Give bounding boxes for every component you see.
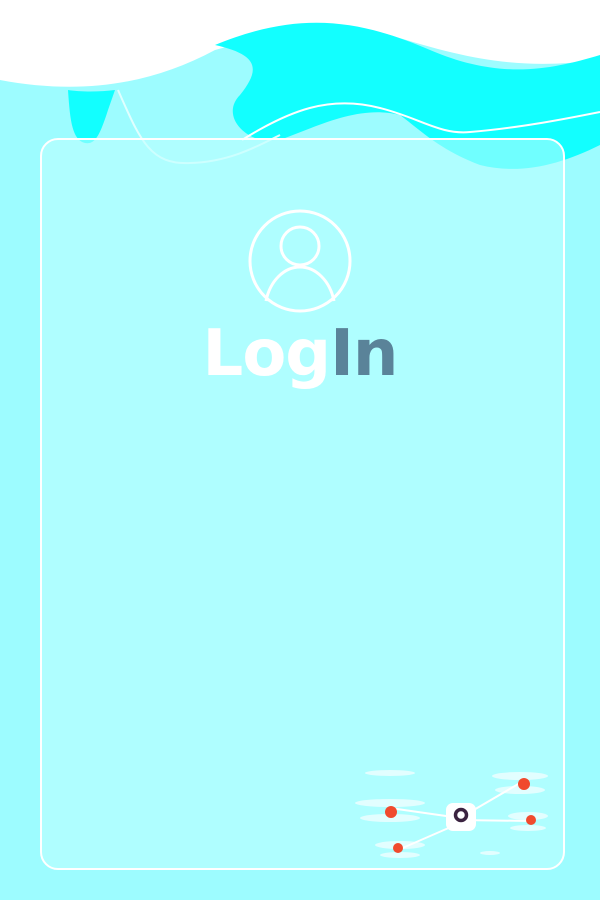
user-circle-icon	[248, 209, 352, 313]
page-title: LogIn	[0, 314, 600, 394]
title-part-in: In	[330, 317, 398, 391]
title-part-log: Log	[202, 317, 332, 391]
drone-illustration	[355, 770, 548, 858]
